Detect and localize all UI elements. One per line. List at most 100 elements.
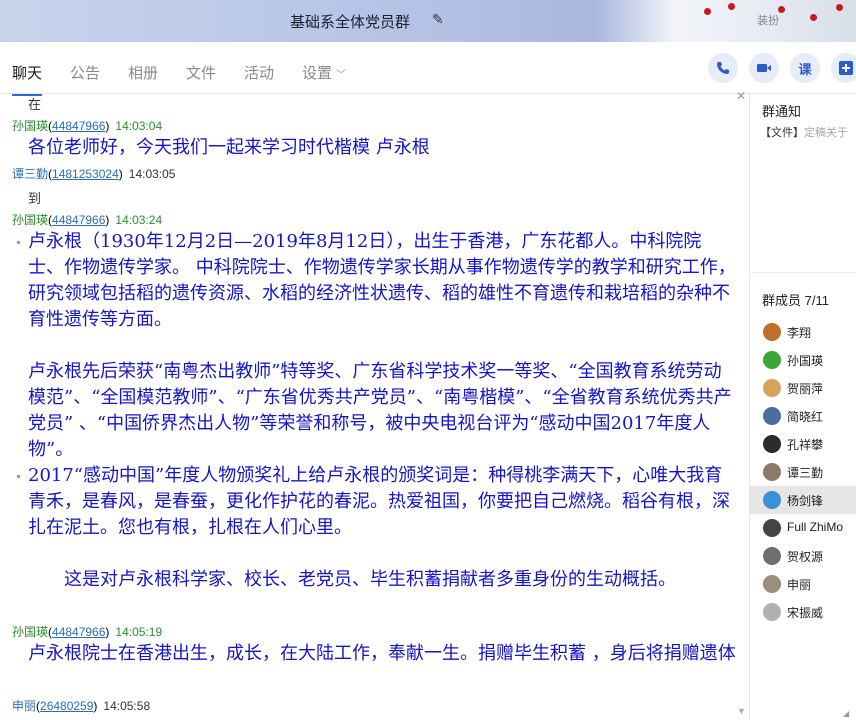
- member-item[interactable]: 孔祥攀: [750, 430, 856, 458]
- avatar: [763, 603, 781, 621]
- avatar: [763, 379, 781, 397]
- notice-tag: 【文件】: [760, 127, 804, 139]
- tab-album[interactable]: 相册: [128, 62, 158, 83]
- member-name: 申丽: [787, 578, 812, 592]
- sender-name[interactable]: 孙国瑛: [12, 625, 48, 639]
- sender-id[interactable]: 1481253024: [52, 167, 119, 181]
- avatar: [763, 575, 781, 593]
- avatar: [763, 323, 781, 341]
- member-item[interactable]: 贺权源: [750, 542, 856, 570]
- group-sidebar: 群通知 【文件】定稿关于 群成员 7/11 李翔孙国瑛贺丽萍简晓红孔祥攀谭三勤杨…: [750, 94, 856, 720]
- member-name: 杨剑锋: [787, 494, 824, 508]
- member-name: 孔祥攀: [787, 438, 824, 452]
- more-apps-button[interactable]: [831, 53, 856, 83]
- berry-decoration: [704, 8, 711, 15]
- message-text: 卢永根先后荣获“南粤杰出教师”特等奖、广东省科学技术奖一等奖、“全国教育系统劳动…: [28, 361, 732, 460]
- notice-title: 群通知: [762, 104, 802, 119]
- sender-name[interactable]: 孙国瑛: [12, 213, 48, 227]
- message-header: 申丽(26480259) 14:05:58: [12, 699, 151, 713]
- sender-id[interactable]: 44847966: [52, 119, 105, 133]
- sender-id[interactable]: 44847966: [52, 213, 105, 227]
- sender-id[interactable]: 44847966: [52, 625, 105, 639]
- member-item[interactable]: 杨剑锋: [750, 486, 856, 514]
- avatar: [763, 547, 781, 565]
- member-name: Full ZhiMo: [787, 520, 844, 534]
- member-item[interactable]: 宋振威: [750, 598, 856, 626]
- video-call-button[interactable]: [749, 53, 779, 83]
- members-title: 群成员 7/11: [762, 293, 829, 308]
- class-button[interactable]: 课: [790, 53, 820, 83]
- message-time: 14:05:19: [115, 625, 163, 639]
- tab-files[interactable]: 文件: [186, 62, 216, 83]
- bullet-marker: [17, 241, 20, 244]
- notice-text: 定稿关于: [804, 127, 848, 139]
- title-bar-decoration: [596, 0, 856, 42]
- member-item[interactable]: Full ZhiMo: [750, 514, 856, 542]
- bullet-marker: [17, 475, 20, 478]
- avatar: [763, 435, 781, 453]
- member-name: 李翔: [787, 326, 812, 340]
- resize-grip-icon[interactable]: ◢: [843, 709, 849, 718]
- message-header: 孙国瑛(44847966) 14:05:19: [12, 625, 163, 639]
- berry-decoration: [728, 3, 735, 10]
- tab-activities[interactable]: 活动: [244, 62, 274, 83]
- message-text: 到: [28, 191, 42, 206]
- sender-name[interactable]: 谭三勤: [12, 167, 48, 181]
- avatar: [763, 519, 781, 537]
- member-item[interactable]: 申丽: [750, 570, 856, 598]
- scroll-down-icon[interactable]: ▼: [737, 706, 746, 716]
- member-name: 谭三勤: [787, 466, 824, 480]
- sender-name[interactable]: 孙国瑛: [12, 119, 48, 133]
- chevron-down-icon: ﹀: [336, 70, 347, 81]
- sender-name[interactable]: 申丽: [12, 699, 36, 713]
- member-item[interactable]: 李翔: [750, 318, 856, 346]
- tab-chat[interactable]: 聊天: [12, 62, 43, 96]
- window-title: 基础系全体党员群: [290, 14, 411, 31]
- message-header: 谭三勤(1481253024) 14:03:05: [12, 167, 176, 181]
- message-text: 这是对卢永根科学家、校长、老党员、毕生积蓄捐献者多重身份的生动概括。: [64, 569, 676, 590]
- berry-decoration: [778, 6, 785, 13]
- sidebar-divider: [750, 272, 856, 273]
- message-text: 卢永根院士在香港出生，成长，在大陆工作，奉献一生。捐赠毕生积蓄 ，身后将捐赠遗体: [28, 643, 736, 664]
- tab-announcement[interactable]: 公告: [70, 62, 100, 83]
- class-label: 课: [798, 61, 812, 77]
- member-name: 孙国瑛: [787, 354, 824, 368]
- plus-icon: [839, 61, 853, 75]
- tab-settings-label: 设置: [302, 65, 333, 82]
- avatar: [763, 463, 781, 481]
- message-text: 在: [28, 97, 42, 112]
- message-header: 孙国瑛(44847966) 14:03:04: [12, 119, 163, 133]
- message-text: 各位老师好，今天我们一起来学习时代楷模 卢永根: [28, 137, 430, 158]
- message-time: 14:03:04: [115, 119, 163, 133]
- member-item[interactable]: 贺丽萍: [750, 374, 856, 402]
- chat-message-area[interactable]: 在 孙国瑛(44847966) 14:03:04 各位老师好，今天我们一起来学习时…: [0, 94, 749, 720]
- message-time: 14:05:58: [103, 699, 151, 713]
- message-time: 14:03:05: [128, 167, 176, 181]
- message-header: 孙国瑛(44847966) 14:03:24: [12, 213, 163, 227]
- member-item[interactable]: 简晓红: [750, 402, 856, 430]
- video-icon: [757, 64, 771, 72]
- edit-icon[interactable]: ✎: [432, 11, 448, 29]
- voice-call-button[interactable]: [708, 53, 738, 83]
- phone-icon: [717, 62, 729, 74]
- member-item[interactable]: 孙国瑛: [750, 346, 856, 374]
- message-time: 14:03:24: [115, 213, 163, 227]
- sender-id[interactable]: 26480259: [40, 699, 93, 713]
- message-text: 卢永根（1930年12月2日—2019年8月12日），出生于香港，广东花都人。中…: [28, 231, 736, 330]
- title-bar: 基础系全体党员群 ✎ 装扮: [0, 0, 856, 42]
- berry-decoration: [836, 4, 843, 11]
- avatar: [763, 407, 781, 425]
- tab-settings[interactable]: 设置 ﹀: [302, 62, 346, 83]
- theme-hint[interactable]: 装扮: [757, 12, 779, 28]
- member-name: 简晓红: [787, 410, 824, 424]
- avatar: [763, 491, 781, 509]
- notice-item[interactable]: 【文件】定稿关于: [760, 124, 848, 140]
- member-item[interactable]: 谭三勤: [750, 458, 856, 486]
- member-name: 贺权源: [787, 550, 824, 564]
- avatar: [763, 351, 781, 369]
- berry-decoration: [810, 14, 817, 21]
- close-icon[interactable]: ✕: [736, 89, 746, 103]
- member-name: 宋振威: [787, 606, 824, 620]
- message-text: 2017“感动中国”年度人物颁奖礼上给卢永根的颁奖词是：种得桃李满天下，心唯大我…: [28, 465, 730, 538]
- member-name: 贺丽萍: [787, 382, 824, 396]
